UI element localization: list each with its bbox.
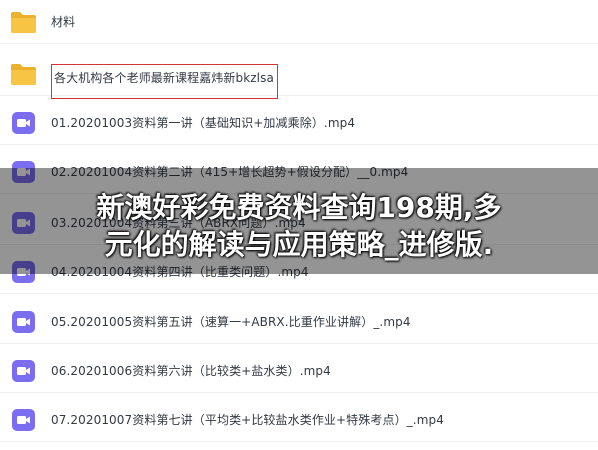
video-icon <box>12 111 35 134</box>
file-name: 各大机构各个老师最新课程嘉炜新bkzlsa <box>51 64 278 99</box>
folder-icon <box>11 11 36 33</box>
file-name: 材料 <box>51 15 76 29</box>
file-name: 05.20201005资料第五讲（速算一+ABRX.比重作业讲解）_.mp4 <box>51 315 411 329</box>
list-item-video[interactable]: 06.20201006资料第六讲（比较类+盐水类）.mp4 <box>0 349 598 393</box>
overlay-banner: 新澳好彩免费资料查询198期,多 元化的解读与应用策略_进修版. <box>0 168 598 274</box>
list-item-video[interactable]: 05.20201005资料第五讲（速算一+ABRX.比重作业讲解）_.mp4 <box>0 300 598 344</box>
video-icon <box>12 408 35 431</box>
file-name: 06.20201006资料第六讲（比较类+盐水类）.mp4 <box>51 364 331 378</box>
overlay-text-line-1: 新澳好彩免费资料查询198期,多 <box>96 191 502 224</box>
overlay-text-line-2: 元化的解读与应用策略_进修版. <box>104 228 494 261</box>
file-name: 07.20201007资料第七讲（平均类+比较盐水类作业+特殊考点）_.mp4 <box>51 413 444 427</box>
list-item-video[interactable]: 01.20201003资料第一讲（基础知识+加减乘除）.mp4 <box>0 101 598 145</box>
folder-icon <box>11 64 36 85</box>
video-icon <box>12 310 35 333</box>
list-item-folder[interactable]: 材料 <box>0 0 598 44</box>
list-item-folder[interactable]: 各大机构各个老师最新课程嘉炜新bkzlsa <box>0 50 598 99</box>
file-name: 01.20201003资料第一讲（基础知识+加减乘除）.mp4 <box>51 116 356 130</box>
video-icon <box>12 359 35 382</box>
list-item-video[interactable]: 07.20201007资料第七讲（平均类+比较盐水类作业+特殊考点）_.mp4 <box>0 398 598 442</box>
